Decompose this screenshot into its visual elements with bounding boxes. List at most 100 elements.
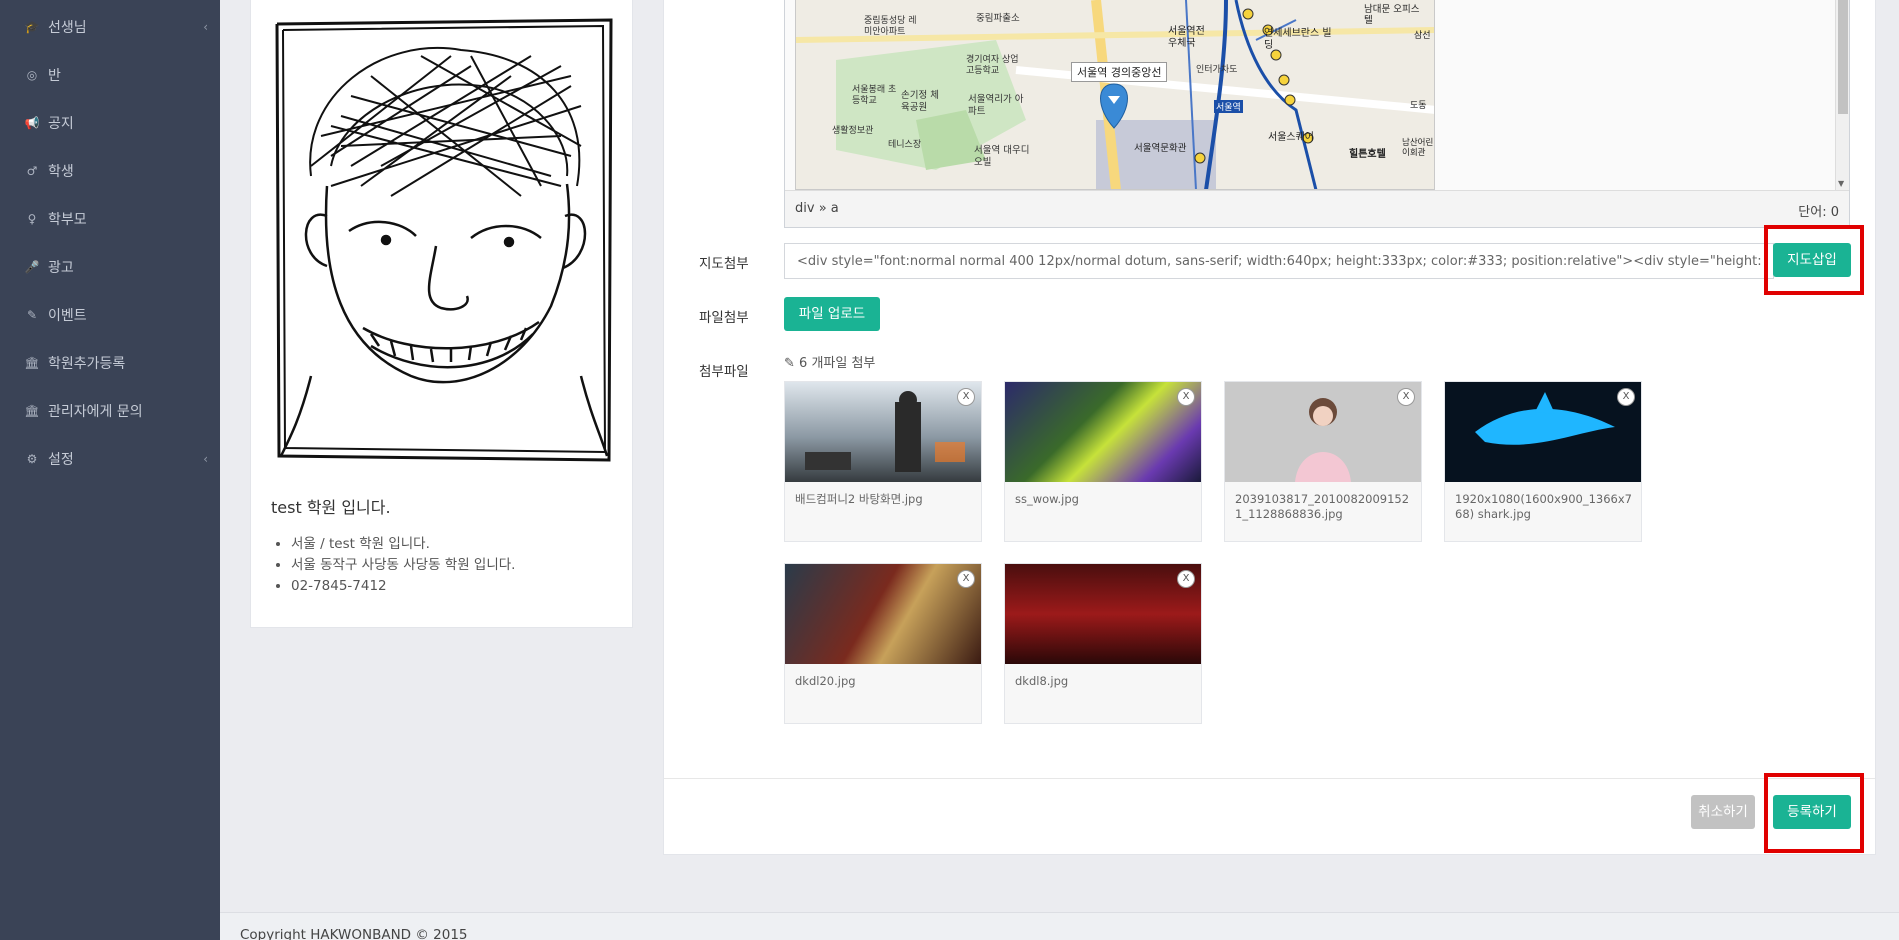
attachment-filename: ss_wow.jpg xyxy=(1015,492,1079,506)
map-attach-label: 지도첨부 xyxy=(699,256,749,272)
female-icon: ♀ xyxy=(27,212,37,226)
map-label: 서울봉래 초등학교 xyxy=(852,85,897,106)
attachment-thumbnail[interactable] xyxy=(785,564,981,664)
map-label: 삼선 xyxy=(1414,31,1431,41)
sidebar-item-parent[interactable]: ♀ 학부모 xyxy=(24,206,204,232)
file-attach-label: 파일첨부 xyxy=(699,310,749,326)
sidebar-item-label: 설정 xyxy=(48,452,74,468)
sidebar-item-add-academy[interactable]: 🏛 학원추가등록 xyxy=(24,350,204,376)
map-label: 연세세브란스 빌딩 xyxy=(1264,28,1332,51)
map-label: 서울역 xyxy=(1214,100,1243,113)
sidebar-item-label: 공지 xyxy=(48,116,74,132)
map-embed-code-input[interactable] xyxy=(784,243,1774,279)
map-label: 손기정 체육공원 xyxy=(901,90,939,113)
map-label: 남대문 오피스텔 xyxy=(1364,4,1420,26)
word-count: 단어: 0 xyxy=(1798,205,1839,220)
map-label: 서울역리가 아파트 xyxy=(968,94,1024,117)
sidebar-item-label: 관리자에게 문의 xyxy=(48,404,143,420)
map-label: 서울역문화관 xyxy=(1134,143,1187,154)
attachment-card: X 배드컴퍼니2 바탕화면.jpg xyxy=(784,381,982,542)
attachment-card: X dkdl8.jpg xyxy=(1004,563,1202,724)
attachment-thumbnail[interactable] xyxy=(1445,382,1641,482)
academy-detail-phone: 02-7845-7412 xyxy=(291,576,515,597)
file-upload-button[interactable]: 파일 업로드 xyxy=(784,297,880,331)
attachment-filename: 1920x1080(1600x900_1366x768) shark.jpg xyxy=(1455,492,1632,521)
map-label: 서울역 대우디오빌 xyxy=(974,145,1030,168)
element-path[interactable]: div » a xyxy=(795,201,839,216)
map-label: 남산어린 이회관 xyxy=(1402,138,1434,158)
attachment-filename: dkdl8.jpg xyxy=(1015,674,1069,688)
attachment-card: X 1920x1080(1600x900_1366x768) shark.jpg xyxy=(1444,381,1642,542)
main-content: test 학원 입니다. 서울 / test 학원 입니다. 서울 동작구 사당… xyxy=(220,0,1899,940)
graduation-cap-icon: 🎓 xyxy=(24,20,40,34)
remove-attachment-button[interactable]: X xyxy=(1177,570,1195,588)
embedded-map[interactable]: 서울역 경의중앙선 중림파출소 중림동성당 레미안아파트 경기여자 상업고등학교… xyxy=(795,0,1435,190)
target-icon: ◎ xyxy=(26,68,38,82)
attachments-label: 첨부파일 xyxy=(699,364,749,380)
attachment-thumbnail[interactable] xyxy=(1005,382,1201,482)
chevron-left-icon: ‹ xyxy=(203,452,208,466)
map-label: 도동 xyxy=(1410,101,1427,111)
sidebar-item-contact-admin[interactable]: 🏛 관리자에게 문의 xyxy=(24,398,204,424)
copyright-text: Copyright HAKWONBAND © 2015 xyxy=(240,927,468,940)
sidebar-item-label: 학원추가등록 xyxy=(48,356,126,372)
male-icon: ♂ xyxy=(26,164,38,178)
sidebar-item-ad[interactable]: 🎤 광고 xyxy=(24,254,204,280)
scrollbar-thumb[interactable] xyxy=(1838,0,1848,114)
attachment-filename: 2039103817_20100820091521_1128868836.jpg xyxy=(1235,492,1410,521)
remove-attachment-button[interactable]: X xyxy=(957,388,975,406)
attachments-count-text: 6 개파일 첨부 xyxy=(799,356,876,371)
sidebar-item-notice[interactable]: 📢 공지 xyxy=(24,110,204,136)
attachment-thumbnail[interactable] xyxy=(1225,382,1421,482)
sidebar-item-label: 학부모 xyxy=(48,212,87,228)
shark-thumbnail-graphic xyxy=(1475,392,1615,445)
map-label: 테니스장 xyxy=(888,140,922,150)
attachment-thumbnail[interactable] xyxy=(1005,564,1201,664)
editor-status-bar: div » a 단어: 0 xyxy=(785,190,1849,227)
cancel-button[interactable]: 취소하기 xyxy=(1691,795,1755,829)
rich-text-editor[interactable]: 서울역 경의중앙선 중림파출소 중림동성당 레미안아파트 경기여자 상업고등학교… xyxy=(784,0,1850,228)
remove-attachment-button[interactable]: X xyxy=(957,570,975,588)
map-label: 서울역전 우체국 xyxy=(1168,26,1205,49)
attachments-count: ✎ 6 개파일 첨부 xyxy=(784,352,875,371)
sidebar-item-label: 학생 xyxy=(48,164,74,180)
academy-detail-address: 서울 동작구 사당동 사당동 학원 입니다. xyxy=(291,555,515,576)
gear-icon: ⚙ xyxy=(26,452,38,466)
sidebar-item-teacher[interactable]: 🎓 선생님 ‹ xyxy=(24,14,208,40)
sidebar-item-label: 반 xyxy=(48,68,61,84)
sidebar-item-event[interactable]: ✎ 이벤트 xyxy=(24,302,204,328)
sidebar-item-label: 광고 xyxy=(48,260,74,276)
scroll-down-arrow-icon[interactable]: ▼ xyxy=(1838,179,1844,188)
highlight-box-map-insert xyxy=(1764,225,1864,295)
map-callout: 서울역 경의중앙선 xyxy=(1071,62,1168,82)
sidebar-item-settings[interactable]: ⚙ 설정 ‹ xyxy=(24,446,208,472)
map-label: 경기여자 상업고등학교 xyxy=(966,55,1019,76)
sidebar-item-label: 선생님 xyxy=(48,20,87,36)
registration-form-panel: 서울역 경의중앙선 중림파출소 중림동성당 레미안아파트 경기여자 상업고등학교… xyxy=(663,0,1876,855)
remove-attachment-button[interactable]: X xyxy=(1397,388,1415,406)
academy-profile-card: test 학원 입니다. 서울 / test 학원 입니다. 서울 동작구 사당… xyxy=(250,0,633,628)
sidebar: 🎓 선생님 ‹ ◎ 반 📢 공지 ♂ 학생 ♀ 학부모 🎤 광고 ✎ 이벤트 🏛… xyxy=(0,0,220,940)
academy-title: test 학원 입니다. xyxy=(271,498,391,517)
remove-attachment-button[interactable]: X xyxy=(1177,388,1195,406)
attachment-filename: 배드컴퍼니2 바탕화면.jpg xyxy=(795,492,923,506)
map-label: 생활정보관 xyxy=(832,126,874,136)
academy-details-list: 서울 / test 학원 입니다. 서울 동작구 사당동 사당동 학원 입니다.… xyxy=(291,534,515,597)
attachment-card: X 2039103817_20100820091521_1128868836.j… xyxy=(1224,381,1422,542)
profile-sketch-image xyxy=(271,16,616,462)
map-label: 서울스퀘어 xyxy=(1268,132,1314,143)
map-label: 인터가차도 xyxy=(1196,65,1238,75)
microphone-icon: 🎤 xyxy=(24,260,40,274)
editor-scrollbar[interactable]: ▼ xyxy=(1835,0,1849,190)
sidebar-item-student[interactable]: ♂ 학생 xyxy=(24,158,204,184)
highlight-box-submit xyxy=(1764,773,1864,853)
paperclip-icon: ✎ xyxy=(784,356,795,371)
megaphone-icon: 📢 xyxy=(24,116,40,130)
bank-icon: 🏛 xyxy=(24,356,40,370)
attachment-filename: dkdl20.jpg xyxy=(795,674,856,688)
portrait-thumbnail-graphic xyxy=(1295,398,1351,482)
remove-attachment-button[interactable]: X xyxy=(1617,388,1635,406)
attachment-card: X ss_wow.jpg xyxy=(1004,381,1202,542)
sidebar-item-class[interactable]: ◎ 반 xyxy=(24,62,204,88)
attachment-thumbnail[interactable] xyxy=(785,382,981,482)
